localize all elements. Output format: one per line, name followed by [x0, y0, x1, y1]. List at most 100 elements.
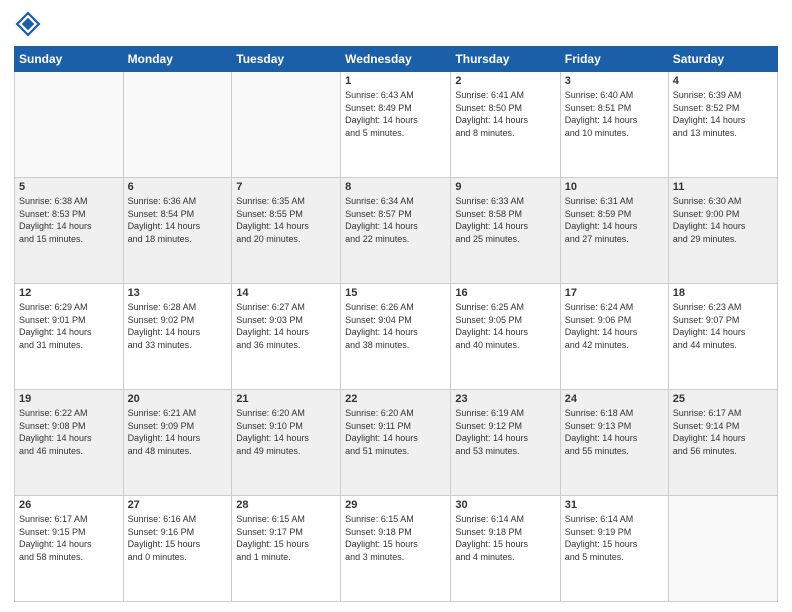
- weekday-wednesday: Wednesday: [341, 47, 451, 72]
- weekday-monday: Monday: [123, 47, 232, 72]
- day-number: 9: [455, 181, 555, 193]
- day-cell: 3 Sunrise: 6:40 AM Sunset: 8:51 PM Daylig…: [560, 72, 668, 178]
- day-cell: 13 Sunrise: 6:28 AM Sunset: 9:02 PM Dayli…: [123, 284, 232, 390]
- day-number: 22: [345, 393, 446, 405]
- day-cell: 19 Sunrise: 6:22 AM Sunset: 9:08 PM Dayli…: [15, 390, 124, 496]
- day-info: Sunrise: 6:27 AM Sunset: 9:03 PM Dayligh…: [236, 301, 336, 351]
- day-number: 4: [673, 75, 773, 87]
- weekday-sunday: Sunday: [15, 47, 124, 72]
- day-info: Sunrise: 6:20 AM Sunset: 9:10 PM Dayligh…: [236, 407, 336, 457]
- day-number: 30: [455, 499, 555, 511]
- day-info: Sunrise: 6:17 AM Sunset: 9:15 PM Dayligh…: [19, 513, 119, 563]
- day-info: Sunrise: 6:28 AM Sunset: 9:02 PM Dayligh…: [128, 301, 228, 351]
- day-info: Sunrise: 6:26 AM Sunset: 9:04 PM Dayligh…: [345, 301, 446, 351]
- day-number: 6: [128, 181, 228, 193]
- day-info: Sunrise: 6:36 AM Sunset: 8:54 PM Dayligh…: [128, 195, 228, 245]
- weekday-header-row: SundayMondayTuesdayWednesdayThursdayFrid…: [15, 47, 778, 72]
- day-cell: [15, 72, 124, 178]
- day-info: Sunrise: 6:15 AM Sunset: 9:18 PM Dayligh…: [345, 513, 446, 563]
- day-cell: 27Sunrise: 6:16 AM Sunset: 9:16 PM Dayli…: [123, 496, 232, 602]
- day-cell: [123, 72, 232, 178]
- week-row-3: 12 Sunrise: 6:29 AM Sunset: 9:01 PM Dayli…: [15, 284, 778, 390]
- day-cell: 16Sunrise: 6:25 AM Sunset: 9:05 PM Dayli…: [451, 284, 560, 390]
- day-number: 7: [236, 181, 336, 193]
- day-number: 26: [19, 499, 119, 511]
- day-number: 24: [565, 393, 664, 405]
- day-number: 5: [19, 181, 119, 193]
- weekday-tuesday: Tuesday: [232, 47, 341, 72]
- day-number: 2: [455, 75, 555, 87]
- day-cell: [668, 496, 777, 602]
- day-cell: 25 Sunrise: 6:17 AM Sunset: 9:14 PM Dayli…: [668, 390, 777, 496]
- day-info: Sunrise: 6:21 AM Sunset: 9:09 PM Dayligh…: [128, 407, 228, 457]
- day-number: 12: [19, 287, 119, 299]
- day-info: Sunrise: 6:34 AM Sunset: 8:57 PM Dayligh…: [345, 195, 446, 245]
- day-cell: 21 Sunrise: 6:20 AM Sunset: 9:10 PM Dayli…: [232, 390, 341, 496]
- day-info: Sunrise: 6:19 AM Sunset: 9:12 PM Dayligh…: [455, 407, 555, 457]
- day-cell: 6 Sunrise: 6:36 AM Sunset: 8:54 PM Daylig…: [123, 178, 232, 284]
- logo-icon: [14, 10, 42, 38]
- day-info: Sunrise: 6:35 AM Sunset: 8:55 PM Dayligh…: [236, 195, 336, 245]
- day-number: 15: [345, 287, 446, 299]
- logo: [14, 10, 46, 38]
- day-cell: 4Sunrise: 6:39 AM Sunset: 8:52 PM Daylig…: [668, 72, 777, 178]
- day-info: Sunrise: 6:33 AM Sunset: 8:58 PM Dayligh…: [455, 195, 555, 245]
- day-number: 17: [565, 287, 664, 299]
- day-info: Sunrise: 6:43 AM Sunset: 8:49 PM Dayligh…: [345, 89, 446, 139]
- day-info: Sunrise: 6:30 AM Sunset: 9:00 PM Dayligh…: [673, 195, 773, 245]
- day-cell: 18 Sunrise: 6:23 AM Sunset: 9:07 PM Dayli…: [668, 284, 777, 390]
- day-number: 10: [565, 181, 664, 193]
- day-cell: 9 Sunrise: 6:33 AM Sunset: 8:58 PM Daylig…: [451, 178, 560, 284]
- day-info: Sunrise: 6:17 AM Sunset: 9:14 PM Dayligh…: [673, 407, 773, 457]
- day-info: Sunrise: 6:40 AM Sunset: 8:51 PM Dayligh…: [565, 89, 664, 139]
- day-number: 8: [345, 181, 446, 193]
- day-cell: 29 Sunrise: 6:15 AM Sunset: 9:18 PM Dayli…: [341, 496, 451, 602]
- day-cell: [232, 72, 341, 178]
- day-cell: 31Sunrise: 6:14 AM Sunset: 9:19 PM Dayli…: [560, 496, 668, 602]
- day-cell: 22 Sunrise: 6:20 AM Sunset: 9:11 PM Dayli…: [341, 390, 451, 496]
- day-number: 19: [19, 393, 119, 405]
- day-info: Sunrise: 6:14 AM Sunset: 9:18 PM Dayligh…: [455, 513, 555, 563]
- day-number: 3: [565, 75, 664, 87]
- day-number: 21: [236, 393, 336, 405]
- day-number: 28: [236, 499, 336, 511]
- day-number: 23: [455, 393, 555, 405]
- day-cell: 14 Sunrise: 6:27 AM Sunset: 9:03 PM Dayli…: [232, 284, 341, 390]
- day-number: 1: [345, 75, 446, 87]
- day-info: Sunrise: 6:14 AM Sunset: 9:19 PM Dayligh…: [565, 513, 664, 563]
- calendar-table: SundayMondayTuesdayWednesdayThursdayFrid…: [14, 46, 778, 602]
- day-cell: 11 Sunrise: 6:30 AM Sunset: 9:00 PM Dayli…: [668, 178, 777, 284]
- day-cell: 17 Sunrise: 6:24 AM Sunset: 9:06 PM Dayli…: [560, 284, 668, 390]
- day-info: Sunrise: 6:16 AM Sunset: 9:16 PM Dayligh…: [128, 513, 228, 563]
- day-info: Sunrise: 6:18 AM Sunset: 9:13 PM Dayligh…: [565, 407, 664, 457]
- day-number: 14: [236, 287, 336, 299]
- day-cell: 30 Sunrise: 6:14 AM Sunset: 9:18 PM Dayli…: [451, 496, 560, 602]
- day-info: Sunrise: 6:15 AM Sunset: 9:17 PM Dayligh…: [236, 513, 336, 563]
- day-info: Sunrise: 6:24 AM Sunset: 9:06 PM Dayligh…: [565, 301, 664, 351]
- day-cell: 1 Sunrise: 6:43 AM Sunset: 8:49 PM Daylig…: [341, 72, 451, 178]
- day-info: Sunrise: 6:29 AM Sunset: 9:01 PM Dayligh…: [19, 301, 119, 351]
- weekday-friday: Friday: [560, 47, 668, 72]
- day-info: Sunrise: 6:22 AM Sunset: 9:08 PM Dayligh…: [19, 407, 119, 457]
- week-row-4: 19 Sunrise: 6:22 AM Sunset: 9:08 PM Dayli…: [15, 390, 778, 496]
- day-number: 20: [128, 393, 228, 405]
- day-cell: 2 Sunrise: 6:41 AM Sunset: 8:50 PM Daylig…: [451, 72, 560, 178]
- day-info: Sunrise: 6:23 AM Sunset: 9:07 PM Dayligh…: [673, 301, 773, 351]
- day-number: 16: [455, 287, 555, 299]
- day-cell: 15 Sunrise: 6:26 AM Sunset: 9:04 PM Dayli…: [341, 284, 451, 390]
- day-number: 11: [673, 181, 773, 193]
- day-cell: 8 Sunrise: 6:34 AM Sunset: 8:57 PM Daylig…: [341, 178, 451, 284]
- day-cell: 10Sunrise: 6:31 AM Sunset: 8:59 PM Dayli…: [560, 178, 668, 284]
- day-number: 13: [128, 287, 228, 299]
- weekday-thursday: Thursday: [451, 47, 560, 72]
- day-cell: 28 Sunrise: 6:15 AM Sunset: 9:17 PM Dayli…: [232, 496, 341, 602]
- day-number: 25: [673, 393, 773, 405]
- day-info: Sunrise: 6:41 AM Sunset: 8:50 PM Dayligh…: [455, 89, 555, 139]
- day-number: 18: [673, 287, 773, 299]
- day-cell: 23 Sunrise: 6:19 AM Sunset: 9:12 PM Dayli…: [451, 390, 560, 496]
- day-info: Sunrise: 6:20 AM Sunset: 9:11 PM Dayligh…: [345, 407, 446, 457]
- page: SundayMondayTuesdayWednesdayThursdayFrid…: [0, 0, 792, 612]
- day-number: 29: [345, 499, 446, 511]
- day-cell: 24 Sunrise: 6:18 AM Sunset: 9:13 PM Dayli…: [560, 390, 668, 496]
- day-cell: 5Sunrise: 6:38 AM Sunset: 8:53 PM Daylig…: [15, 178, 124, 284]
